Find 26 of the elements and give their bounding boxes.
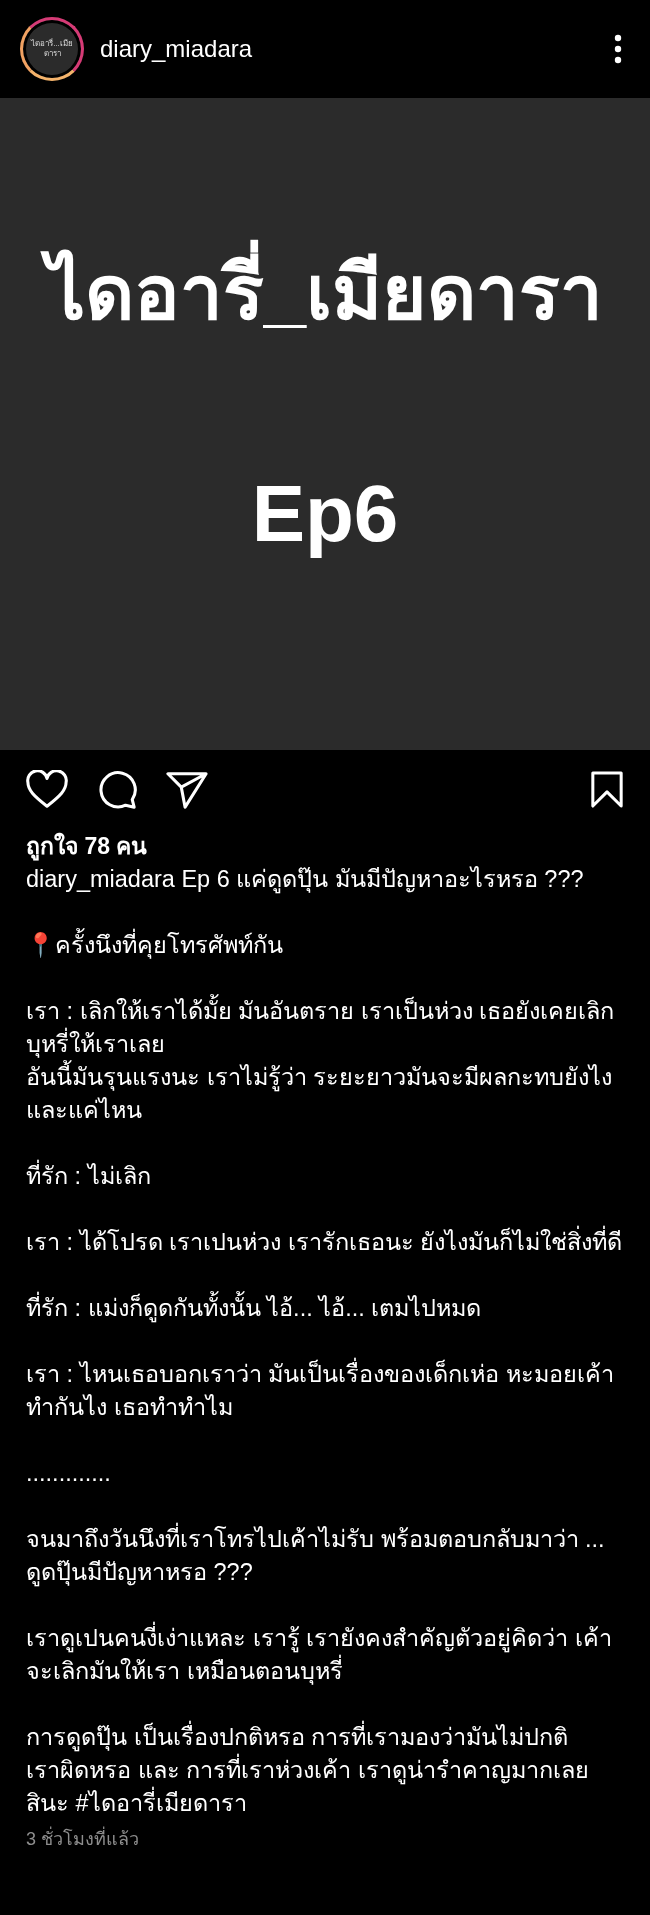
- comment-icon[interactable]: [96, 770, 138, 810]
- bookmark-icon[interactable]: [590, 770, 624, 810]
- caption-text: อันนี้มันรุนแรงนะ เราไม่รู้ว่า ระยะยาวมันจะมีผลกะทบยังไงและแค่ไหน: [26, 1061, 628, 1127]
- caption-text: ที่รัก : ไม่เลิก: [26, 1160, 628, 1193]
- caption-text: เราผิดหรอ และ การที่เราห่วงเค้า เราดูน่ารำคาญมากเลยสินะ #ไดอารี่เมียดารา: [26, 1754, 628, 1820]
- more-options-icon[interactable]: [614, 34, 622, 64]
- username[interactable]: diary_miadara: [100, 35, 614, 63]
- caption-username[interactable]: diary_miadara: [26, 866, 175, 892]
- caption-text: การดูดปุ๊น เป็นเรื่องปกติหรอ การที่เรามองว่ามันไม่ปกติ: [26, 1721, 628, 1754]
- send-icon[interactable]: [166, 770, 208, 810]
- avatar[interactable]: ไดอารี่...เมียดารา: [20, 17, 84, 81]
- avatar-text: ไดอารี่...เมียดารา: [29, 39, 74, 59]
- post-subtitle: Ep6: [251, 468, 399, 560]
- caption-text: 📍ครั้งนึงที่คุยโทรศัพท์กัน: [26, 929, 628, 962]
- caption-text: Ep 6 แค่ดูดปุ๊น มันมีปัญหาอะไรหรอ ???: [181, 866, 584, 892]
- like-count[interactable]: ถูกใจ 78 คน: [26, 830, 628, 863]
- caption-text: ที่รัก : แม่งก็ดูดกันทั้งนั้น ไอ้... ไอ้... เตมไปหมด: [26, 1292, 628, 1325]
- caption-text: เราดูเปนคนงี่เง่าแหละ เรารู้ เรายังคงสำคัญตัวอยู่คิดว่า เค้าจะเลิกมันให้เรา เหมือนตอนบุหรี่: [26, 1622, 628, 1688]
- post-title: ไดอารี่_เมียดารา: [32, 218, 618, 368]
- caption-text: เรา : ไหนเธอบอกเราว่า มันเป็นเรื่องของเด็กเห่อ หะมอยเค้าทำกันไง เธอทำทำไม: [26, 1358, 628, 1424]
- timestamp: 3 ชั่วโมงที่แล้ว: [26, 1823, 628, 1856]
- caption-text: เรา : ได้โปรด เราเปนห่วง เรารักเธอนะ ยังไงมันก็ไม่ใช่สิ่งที่ดี: [26, 1226, 628, 1259]
- caption-text: เรา : เลิกให้เราได้มั้ย มันอันตราย เราเป็นห่วง เธอยังเคยเลิกบุหรี่ให้เราเลย: [26, 995, 628, 1061]
- caption-text: จนมาถึงวันนึงที่เราโทรไปเค้าไม่รับ พร้อมตอบกลับมาว่า ... ดูดปุ๊นมีปัญหาหรอ ???: [26, 1523, 628, 1589]
- heart-icon[interactable]: [26, 770, 68, 810]
- caption-text: .............: [26, 1459, 112, 1488]
